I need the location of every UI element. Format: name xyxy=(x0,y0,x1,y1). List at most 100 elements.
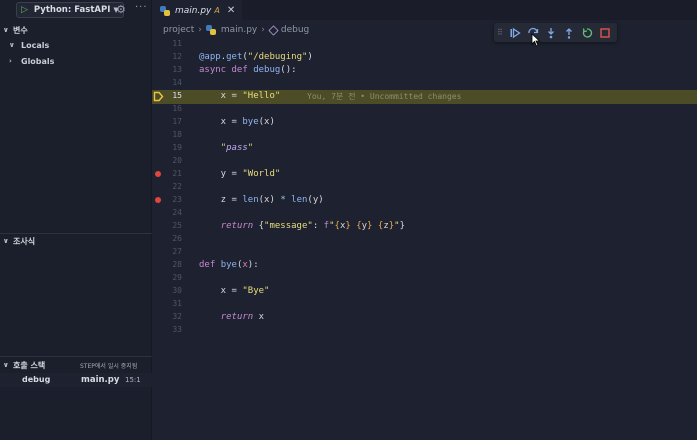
code-line[interactable]: 27 xyxy=(152,246,697,259)
code-line[interactable]: 33 xyxy=(152,324,697,337)
chevron-down-icon: ∨ xyxy=(3,361,9,369)
inline-blame-annotation: You, 7분 전 • Uncommitted changes xyxy=(307,92,462,101)
line-number: 11 xyxy=(172,39,182,48)
tab-modified-badge: A xyxy=(214,6,220,15)
code-text: x = "Bye" xyxy=(199,286,270,296)
chevron-right-icon: › xyxy=(198,25,202,35)
chevron-down-icon: ∨ xyxy=(3,26,9,34)
scope-globals[interactable]: › Globals xyxy=(0,54,152,68)
watch-title: 조사식 xyxy=(13,236,36,246)
callstack-paused-status: STEP에서 일시 중지됨 xyxy=(80,363,138,370)
code-line[interactable]: 31 xyxy=(152,298,697,311)
current-execution-line[interactable]: 15 x = "Hello" You, 7분 전 • Uncommitted ch… xyxy=(152,90,697,104)
editor: main.py A ✕ project › main.py › debug ⠿ xyxy=(152,0,697,440)
code-text: x = bye(x) xyxy=(199,117,275,127)
code-text: "pass" xyxy=(220,143,254,153)
line-number: 20 xyxy=(172,156,182,165)
line-number: 25 xyxy=(172,221,182,230)
close-icon[interactable]: ✕ xyxy=(227,5,235,16)
line-number: 15 xyxy=(172,91,182,100)
run-toolbar: ▷ Python: FastAPI ▼ ⚙ ··· xyxy=(0,0,152,20)
callstack-frame[interactable]: debug main.py 15:1 xyxy=(0,373,152,387)
code-text: y = "World" xyxy=(199,169,281,179)
code-line[interactable]: 24 xyxy=(152,207,697,220)
code-text: z = len(x) * len(y) xyxy=(199,195,324,205)
line-number: 26 xyxy=(172,234,182,243)
line-number: 32 xyxy=(172,312,182,321)
code-text: x = "Hello" xyxy=(199,91,281,101)
line-number: 13 xyxy=(172,65,182,74)
code-line[interactable]: 13 async def debug(): xyxy=(152,64,697,77)
run-config-dropdown[interactable]: ▷ Python: FastAPI ▼ xyxy=(16,2,124,18)
step-out-icon xyxy=(566,27,572,39)
line-number: 33 xyxy=(172,325,182,334)
frame-position: 15:1 xyxy=(125,376,141,384)
scope-label: Globals xyxy=(21,56,55,66)
code-line[interactable]: 14 xyxy=(152,77,697,90)
breadcrumb-item[interactable]: project xyxy=(163,25,194,35)
line-number: 27 xyxy=(172,247,182,256)
start-debugging-icon[interactable]: ▷ xyxy=(21,5,28,15)
drag-handle-icon[interactable]: ⠿ xyxy=(497,28,506,37)
tab-title: main.py xyxy=(175,5,212,16)
code-text: return {"message": f"{x} {y} {z}"} xyxy=(220,221,405,231)
python-file-icon xyxy=(160,5,170,16)
line-number: 30 xyxy=(172,286,182,295)
tab-bar: main.py A ✕ xyxy=(152,0,697,20)
line-number: 31 xyxy=(172,299,182,308)
code-line[interactable]: 29 xyxy=(152,272,697,285)
line-number: 21 xyxy=(172,169,182,178)
code-text: @app.get("/debuging") xyxy=(199,52,313,62)
python-file-icon xyxy=(205,25,216,35)
debug-sidebar: ▷ Python: FastAPI ▼ ⚙ ··· ∨ 변수 ∨ Locals … xyxy=(0,0,152,440)
gear-icon[interactable]: ⚙ xyxy=(116,3,126,16)
scope-label: Locals xyxy=(21,40,50,50)
chevron-down-icon: ∨ xyxy=(9,41,15,49)
code-line[interactable]: 32 return x xyxy=(152,311,697,324)
callstack-title: 호출 스택 xyxy=(13,360,46,370)
code-line[interactable]: 21 y = "World" xyxy=(152,168,697,181)
mouse-cursor-icon xyxy=(531,33,541,47)
continue-icon xyxy=(510,27,521,38)
code-line[interactable]: 19 "pass" xyxy=(152,142,697,155)
code-line[interactable]: 20 xyxy=(152,155,697,168)
line-number: 22 xyxy=(172,182,182,191)
line-number: 12 xyxy=(172,52,182,61)
line-number: 14 xyxy=(172,78,182,87)
restart-icon xyxy=(582,27,593,38)
code-line[interactable]: 11 xyxy=(152,38,697,51)
breadcrumb-item[interactable]: debug xyxy=(281,25,309,35)
line-number: 17 xyxy=(172,117,182,126)
method-icon xyxy=(268,24,279,36)
divider xyxy=(0,356,152,357)
code-line[interactable]: 17 x = bye(x) xyxy=(152,116,697,129)
line-number: 29 xyxy=(172,273,182,282)
chevron-down-icon: ∨ xyxy=(3,237,9,245)
line-number: 19 xyxy=(172,143,182,152)
chevron-right-icon: › xyxy=(261,25,265,35)
code-line[interactable]: 18 xyxy=(152,129,697,142)
code-line[interactable]: 26 xyxy=(152,233,697,246)
run-config-label: Python: FastAPI xyxy=(33,5,111,15)
code-line[interactable]: 16 xyxy=(152,103,697,116)
code-line[interactable]: 22 xyxy=(152,181,697,194)
code-line[interactable]: 30 x = "Bye" xyxy=(152,285,697,298)
line-number: 18 xyxy=(172,130,182,139)
code-line[interactable]: 25 return {"message": f"{x} {y} {z}"} xyxy=(152,220,697,233)
code-line[interactable]: 23 z = len(x) * len(y) xyxy=(152,194,697,207)
scope-locals[interactable]: ∨ Locals xyxy=(0,38,152,52)
breadcrumb: project › main.py › debug xyxy=(163,23,309,37)
line-number: 16 xyxy=(172,104,182,113)
breadcrumb-item[interactable]: main.py xyxy=(221,25,257,35)
tab-main-py[interactable]: main.py A ✕ xyxy=(152,0,242,20)
line-number: 23 xyxy=(172,195,182,204)
code-text: return x xyxy=(220,312,265,322)
line-number: 28 xyxy=(172,260,182,269)
code-line[interactable]: 28 def bye(x): xyxy=(152,259,697,272)
watch-section-header[interactable]: ∨ 조사식 xyxy=(0,234,152,248)
code-text: def bye(x): xyxy=(199,260,259,270)
line-number: 24 xyxy=(172,208,182,217)
more-actions-icon[interactable]: ··· xyxy=(135,2,148,13)
variables-section-header[interactable]: ∨ 변수 xyxy=(0,23,152,37)
code-line[interactable]: 12 @app.get("/debuging") xyxy=(152,51,697,64)
